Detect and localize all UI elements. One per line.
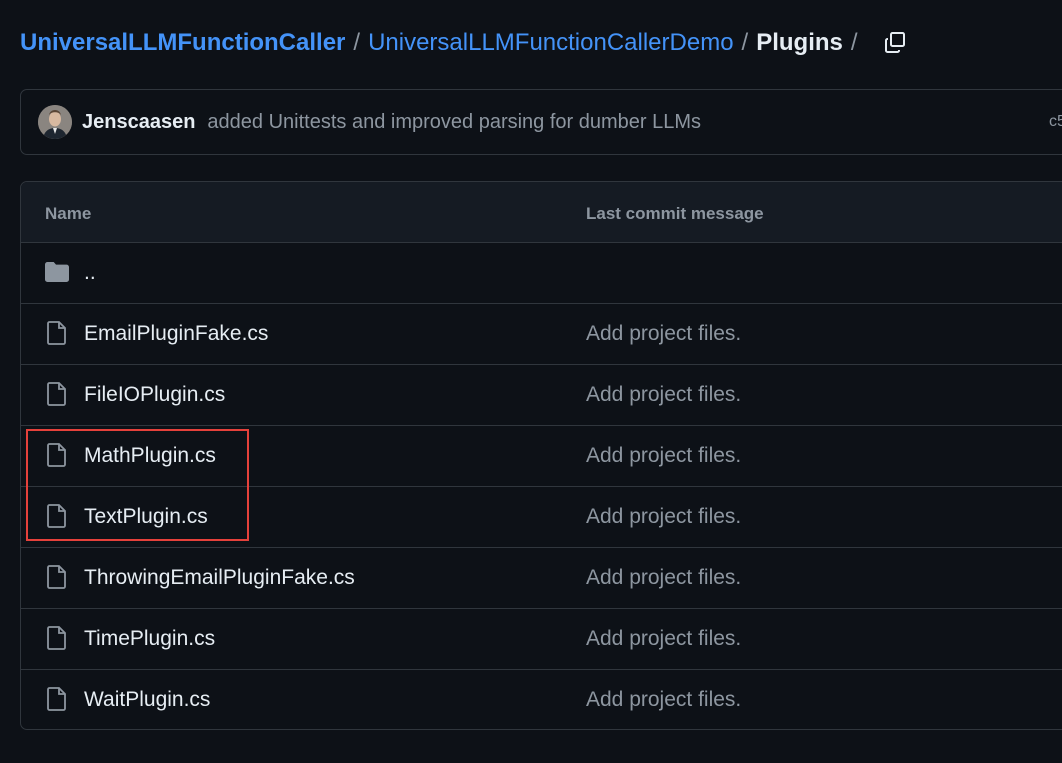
folder-icon <box>45 259 69 285</box>
latest-commit-box: Jenscaasen added Unittests and improved … <box>20 89 1062 155</box>
column-header-name: Name <box>45 204 92 223</box>
table-header: Name Last commit message <box>21 182 1062 243</box>
parent-directory-link[interactable]: .. <box>84 261 96 285</box>
file-icon <box>45 503 69 529</box>
column-header-last-commit: Last commit message <box>586 204 764 223</box>
breadcrumb-current: Plugins <box>756 29 843 56</box>
file-table: Name Last commit message .. EmailPluginF… <box>20 181 1062 730</box>
commit-author[interactable]: Jenscaasen <box>82 111 195 134</box>
file-name-link[interactable]: TextPlugin.cs <box>84 505 208 529</box>
copy-icon <box>884 32 905 53</box>
file-icon <box>45 625 69 651</box>
file-icon <box>45 564 69 590</box>
table-row[interactable]: ThrowingEmailPluginFake.cs Add project f… <box>21 548 1062 609</box>
breadcrumb: UniversalLLMFunctionCaller / UniversalLL… <box>20 26 910 60</box>
file-commit-message[interactable]: Add project files. <box>586 688 741 712</box>
repo-file-browser: UniversalLLMFunctionCaller / UniversalLL… <box>0 0 1062 763</box>
file-name-link[interactable]: TimePlugin.cs <box>84 627 215 651</box>
table-row[interactable]: EmailPluginFake.cs Add project files. <box>21 304 1062 365</box>
file-commit-message[interactable]: Add project files. <box>586 322 741 346</box>
table-row[interactable]: WaitPlugin.cs Add project files. <box>21 670 1062 729</box>
avatar[interactable] <box>38 105 72 139</box>
breadcrumb-repo-link[interactable]: UniversalLLMFunctionCaller <box>20 29 345 57</box>
file-name-link[interactable]: WaitPlugin.cs <box>84 688 210 712</box>
file-icon <box>45 442 69 468</box>
file-icon <box>45 686 69 712</box>
file-name-link[interactable]: FileIOPlugin.cs <box>84 383 225 407</box>
file-icon <box>45 381 69 407</box>
breadcrumb-separator: / <box>850 29 858 56</box>
parent-directory-row[interactable]: .. <box>21 243 1062 304</box>
file-commit-message[interactable]: Add project files. <box>586 383 741 407</box>
commit-sha[interactable]: c5 <box>1049 113 1062 131</box>
breadcrumb-separator: / <box>741 29 749 56</box>
file-name-link[interactable]: EmailPluginFake.cs <box>84 322 268 346</box>
copy-path-button[interactable] <box>880 28 910 58</box>
breadcrumb-separator: / <box>353 29 361 56</box>
table-row[interactable]: FileIOPlugin.cs Add project files. <box>21 365 1062 426</box>
commit-message[interactable]: added Unittests and improved parsing for… <box>207 111 701 134</box>
table-row[interactable]: MathPlugin.cs Add project files. <box>21 426 1062 487</box>
table-row[interactable]: TimePlugin.cs Add project files. <box>21 609 1062 670</box>
file-icon <box>45 320 69 346</box>
file-name-link[interactable]: MathPlugin.cs <box>84 444 216 468</box>
file-name-link[interactable]: ThrowingEmailPluginFake.cs <box>84 566 355 590</box>
file-commit-message[interactable]: Add project files. <box>586 566 741 590</box>
breadcrumb-folder-link[interactable]: UniversalLLMFunctionCallerDemo <box>368 29 733 57</box>
file-commit-message[interactable]: Add project files. <box>586 505 741 529</box>
file-commit-message[interactable]: Add project files. <box>586 627 741 651</box>
table-row[interactable]: TextPlugin.cs Add project files. <box>21 487 1062 548</box>
file-commit-message[interactable]: Add project files. <box>586 444 741 468</box>
